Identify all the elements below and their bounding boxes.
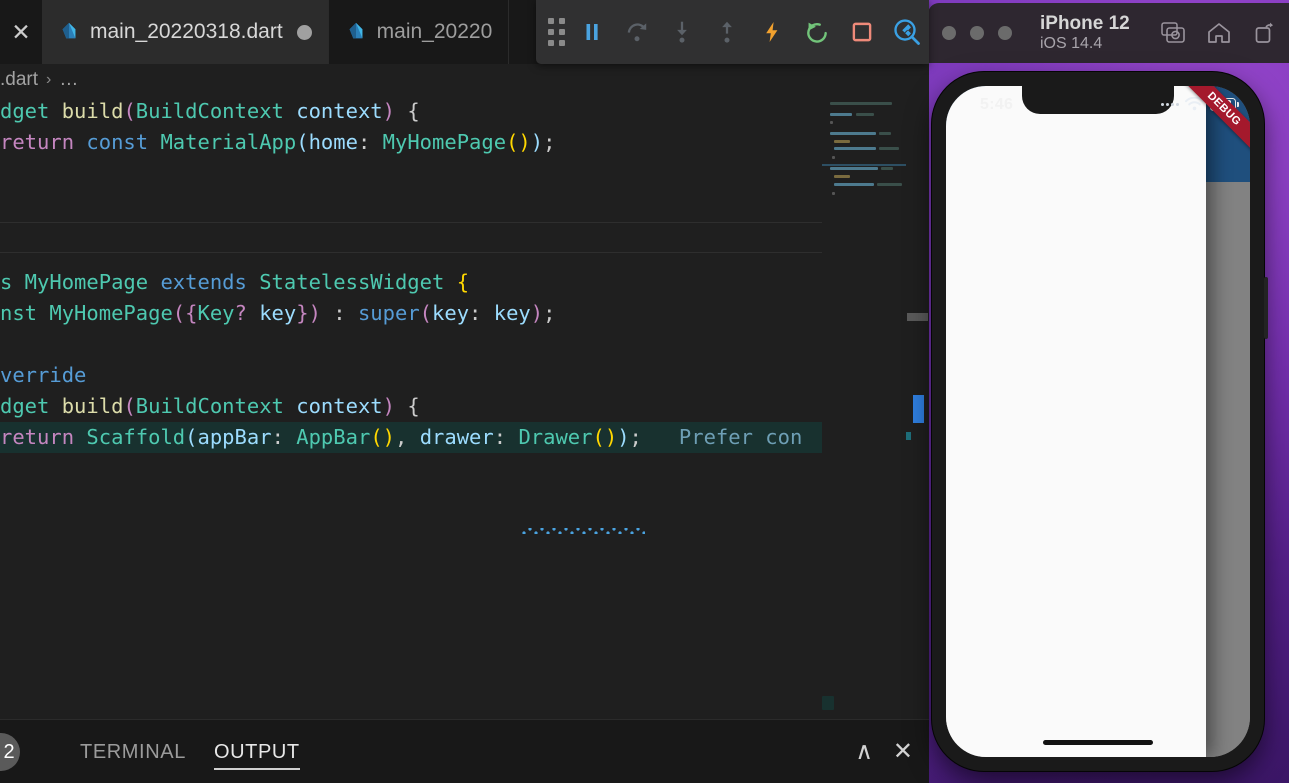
- stop-button[interactable]: [839, 9, 884, 55]
- simulator-device-name: iPhone 12: [1040, 12, 1130, 34]
- pause-icon: [586, 24, 598, 40]
- step-out-button[interactable]: [704, 9, 749, 55]
- step-into-icon: [676, 21, 687, 43]
- dart-file-icon: [62, 22, 76, 39]
- step-over-button[interactable]: [614, 9, 659, 55]
- panel-tab-output[interactable]: OUTPUT: [200, 720, 314, 783]
- code-line: return const MaterialApp(home: MyHomePag…: [0, 130, 556, 154]
- window-traffic-lights[interactable]: [942, 26, 1012, 40]
- breadcrumb-file[interactable]: .dart: [0, 69, 38, 91]
- panel-tab-terminal[interactable]: TERMINAL: [66, 720, 200, 783]
- simulator-toolbar: [1161, 3, 1275, 63]
- editor-divider: [0, 222, 929, 223]
- simulator-titlebar: iPhone 12 iOS 14.4: [928, 3, 1289, 63]
- scrollbar-marker: [913, 395, 924, 423]
- flutter-devtools-icon: [893, 19, 920, 45]
- lint-squiggle-icon: [521, 528, 645, 534]
- flutter-drawer[interactable]: [946, 86, 1206, 757]
- step-into-button[interactable]: [659, 9, 704, 55]
- code-line: nst MyHomePage({Key? key}) : super(key: …: [0, 301, 556, 325]
- ios-simulator-window: iPhone 12 iOS 14.4 5:46 DEBUG: [928, 3, 1289, 783]
- home-indicator: [1043, 740, 1153, 745]
- close-window-button[interactable]: [942, 26, 956, 40]
- code-line: dget build(BuildContext context) {: [0, 394, 420, 418]
- panel-tab-list: 2 TERMINAL OUTPUT: [0, 720, 929, 783]
- scrollbar-thumb[interactable]: [907, 313, 928, 321]
- status-bar-time: 5:46: [980, 96, 1014, 113]
- simulator-os-version: iOS 14.4: [1040, 34, 1103, 52]
- dart-file-icon: [349, 22, 363, 39]
- grip-dots-icon[interactable]: [548, 18, 565, 46]
- editor-tab-main-20220318[interactable]: main_20220318.dart: [42, 0, 329, 64]
- editor-tab-label: main_20220: [376, 20, 493, 43]
- restart-icon: [806, 22, 827, 43]
- chevron-right-icon: ›: [46, 71, 52, 88]
- simulator-title-block: iPhone 12 iOS 14.4: [1040, 13, 1130, 53]
- code-line: dget build(BuildContext context) {: [0, 99, 420, 123]
- code-line-active: return Scaffold(appBar: AppBar(), drawer…: [0, 422, 822, 453]
- step-over-icon: [627, 23, 646, 42]
- editor-divider: [0, 252, 929, 253]
- minimize-window-button[interactable]: [970, 26, 984, 40]
- editor-minimap[interactable]: [822, 96, 906, 719]
- lightning-icon: [765, 22, 777, 42]
- devtools-button[interactable]: [884, 9, 929, 55]
- chevron-up-icon[interactable]: ∧: [855, 740, 873, 764]
- pause-button[interactable]: [569, 9, 614, 55]
- signal-dots-icon: [1161, 102, 1179, 106]
- screenshot-icon[interactable]: [1161, 22, 1185, 44]
- lint-hint: Prefer con: [678, 425, 803, 449]
- home-icon[interactable]: [1207, 22, 1231, 44]
- vscode-window: ✕ main_20220318.dart main_20220 .dart › …: [0, 0, 929, 783]
- panel-tab-label: OUTPUT: [213, 740, 300, 763]
- close-icon[interactable]: ✕: [0, 0, 42, 64]
- step-out-icon: [721, 21, 732, 43]
- breadcrumb[interactable]: .dart › …: [0, 64, 929, 96]
- maximize-window-button[interactable]: [998, 26, 1012, 40]
- device-notch: [1022, 86, 1174, 114]
- panel-tab-label: TERMINAL: [80, 740, 186, 763]
- hot-reload-button[interactable]: [749, 9, 794, 55]
- breadcrumb-overflow[interactable]: …: [59, 69, 78, 91]
- rotate-icon[interactable]: [1253, 22, 1275, 44]
- scrollbar-marker: [906, 432, 911, 440]
- stop-square-icon: [852, 22, 871, 42]
- code-line: s MyHomePage extends StatelessWidget {: [0, 270, 470, 294]
- close-panel-icon[interactable]: ✕: [893, 740, 913, 764]
- screen-root: ✕ main_20220318.dart main_20220 .dart › …: [0, 0, 1289, 783]
- hot-restart-button[interactable]: [794, 9, 839, 55]
- code-line: verride: [0, 363, 87, 387]
- debug-toolbar: [536, 0, 929, 64]
- panel-badge: 2: [0, 733, 20, 771]
- editor-tab-label: main_20220318.dart: [90, 20, 283, 43]
- bottom-panel: 2 TERMINAL OUTPUT ∧ ✕: [0, 719, 929, 783]
- code-editor[interactable]: dget build(BuildContext context) { retur…: [0, 96, 929, 719]
- code-text-area[interactable]: dget build(BuildContext context) { retur…: [0, 96, 929, 719]
- simulated-device: 5:46 DEBUG: [932, 72, 1268, 771]
- device-screen[interactable]: 5:46 DEBUG: [946, 86, 1250, 757]
- unsaved-dot-icon: [296, 24, 312, 40]
- editor-tab-main-20220[interactable]: main_20220: [328, 0, 510, 64]
- panel-actions: ∧ ✕: [855, 720, 913, 783]
- editor-scrollbar[interactable]: [906, 96, 929, 719]
